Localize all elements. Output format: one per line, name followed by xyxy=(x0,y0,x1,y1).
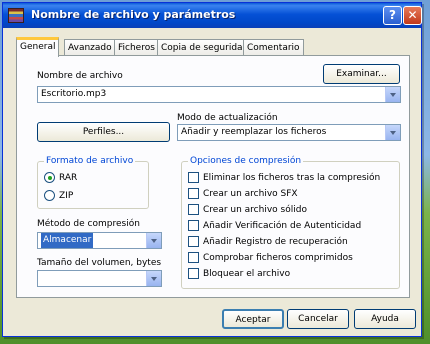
checkbox-icon[interactable] xyxy=(188,268,199,279)
question-mark-icon: ? xyxy=(389,8,396,22)
checkbox-test-files-label: Comprobar ficheros comprimidos xyxy=(203,252,353,263)
filename-label: Nombre de archivo xyxy=(37,71,123,81)
checkbox-create-sfx[interactable]: Crear un archivo SFX xyxy=(188,188,298,201)
archive-format-title: Formato de archivo xyxy=(44,156,136,166)
volume-size-combo[interactable] xyxy=(37,270,162,287)
checkbox-authenticity[interactable]: Añadir Verificación de Autenticidad xyxy=(188,220,361,233)
compression-method-combo[interactable]: Almacenar xyxy=(37,232,162,249)
tab-avanzado[interactable]: Avanzado xyxy=(64,39,116,56)
chevron-down-icon[interactable] xyxy=(385,87,400,102)
window-title: Nombre de archivo y parámetros xyxy=(31,8,236,21)
checkbox-icon[interactable] xyxy=(188,188,199,199)
title-bar[interactable]: Nombre de archivo y parámetros ? ✕ xyxy=(3,3,422,28)
checkbox-solid-archive-label: Crear un archivo sólido xyxy=(203,204,307,215)
radio-rar[interactable]: RAR xyxy=(44,172,77,185)
checkbox-icon[interactable] xyxy=(188,204,199,215)
tab-general[interactable]: General xyxy=(16,37,60,57)
checkbox-lock-archive-label: Bloquear el archivo xyxy=(203,268,291,279)
close-x-icon: ✕ xyxy=(407,8,418,22)
general-panel: Nombre de archivo Examinar... Escritorio… xyxy=(16,55,410,298)
checkbox-test-files[interactable]: Comprobar ficheros comprimidos xyxy=(188,252,353,265)
update-mode-label: Modo de actualización xyxy=(177,113,278,123)
checkbox-icon[interactable] xyxy=(188,172,199,183)
winrar-books-icon xyxy=(8,8,24,23)
close-title-button[interactable]: ✕ xyxy=(403,6,422,25)
radio-rar-label: RAR xyxy=(59,172,78,183)
checkbox-delete-files[interactable]: Eliminar los ficheros tras la compresión xyxy=(188,172,380,185)
volume-size-label: Tamaño del volumen, bytes xyxy=(37,258,162,268)
checkbox-icon[interactable] xyxy=(188,236,199,247)
compression-options-group: Opciones de compresión Eliminar los fich… xyxy=(181,156,400,289)
checkbox-delete-files-label: Eliminar los ficheros tras la compresión xyxy=(203,172,381,183)
filename-combo[interactable]: Escritorio.mp3 xyxy=(37,86,401,103)
chevron-down-icon[interactable] xyxy=(385,125,400,140)
browse-button[interactable]: Examinar... xyxy=(323,64,400,84)
cancel-button[interactable]: Cancelar xyxy=(287,309,349,329)
checkbox-solid-archive[interactable]: Crear un archivo sólido xyxy=(188,204,307,217)
compression-options-title: Opciones de compresión xyxy=(188,156,304,166)
update-mode-combo[interactable]: Añadir y reemplazar los ficheros xyxy=(177,124,401,141)
checkbox-create-sfx-label: Crear un archivo SFX xyxy=(203,188,298,199)
radio-zip-label: ZIP xyxy=(59,190,74,201)
radio-button-icon[interactable] xyxy=(44,190,55,201)
update-mode-value: Añadir y reemplazar los ficheros xyxy=(181,127,327,137)
tab-ficheros[interactable]: Ficheros xyxy=(114,39,159,56)
compression-method-value: Almacenar xyxy=(41,233,94,248)
chevron-down-icon[interactable] xyxy=(146,271,161,286)
tab-copia-de-seguridad[interactable]: Copia de seguridad xyxy=(157,39,253,56)
checkbox-recovery-record-label: Añadir Registro de recuperación xyxy=(203,236,348,247)
help-title-button[interactable]: ? xyxy=(383,6,402,25)
checkbox-authenticity-label: Añadir Verificación de Autenticidad xyxy=(203,220,362,231)
compression-method-label: Método de compresión xyxy=(37,219,140,229)
checkbox-recovery-record[interactable]: Añadir Registro de recuperación xyxy=(188,236,348,249)
filename-value: Escritorio.mp3 xyxy=(41,89,107,99)
accept-button[interactable]: Aceptar xyxy=(222,309,284,329)
checkbox-icon[interactable] xyxy=(188,220,199,231)
radio-button-icon[interactable] xyxy=(44,172,55,183)
radio-zip[interactable]: ZIP xyxy=(44,190,73,203)
help-button[interactable]: Ayuda xyxy=(354,309,416,329)
tab-comentario[interactable]: Comentario xyxy=(243,39,304,56)
checkbox-lock-archive[interactable]: Bloquear el archivo xyxy=(188,268,290,281)
checkbox-icon[interactable] xyxy=(188,252,199,263)
profiles-button[interactable]: Perfiles... xyxy=(37,122,170,142)
archive-dialog: Nombre de archivo y parámetros ? ✕ Gener… xyxy=(2,2,422,337)
chevron-down-icon[interactable] xyxy=(146,233,161,248)
archive-format-group: Formato de archivo RAR ZIP xyxy=(37,156,149,209)
